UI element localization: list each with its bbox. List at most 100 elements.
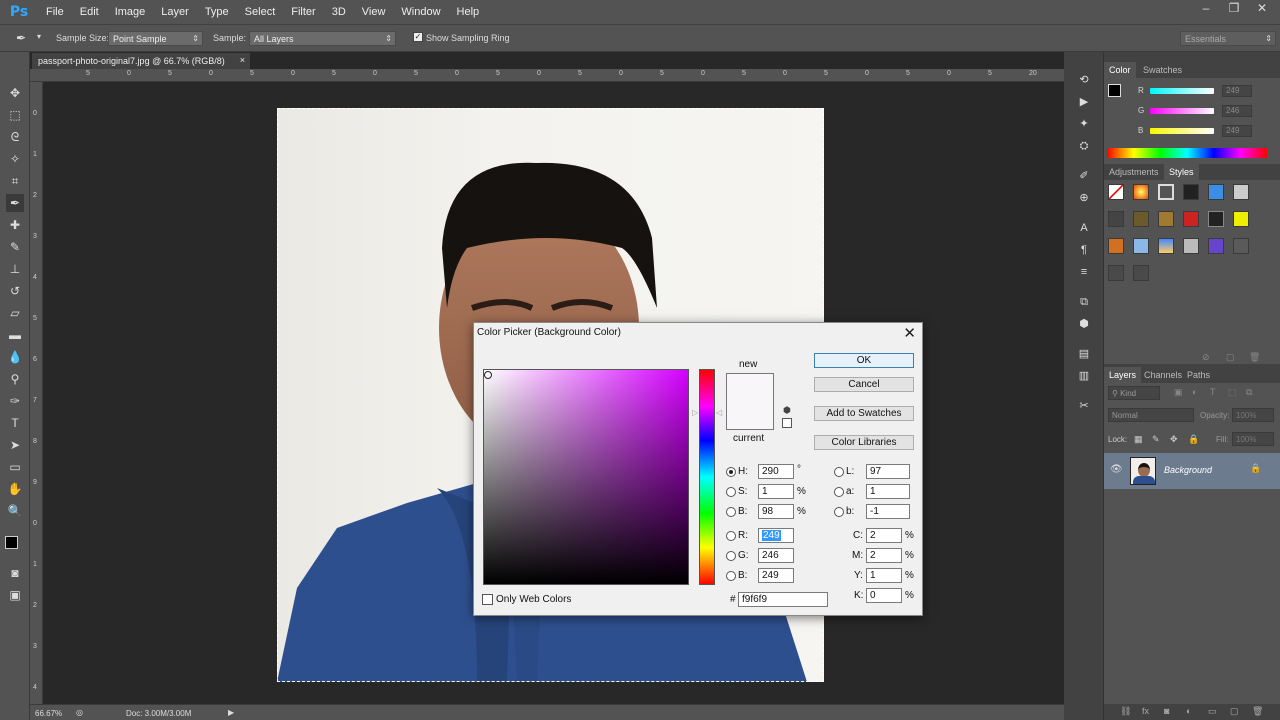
menu-image[interactable]: Image: [107, 0, 154, 24]
lock-position-icon[interactable]: ✥: [1170, 434, 1178, 445]
character-icon[interactable]: A: [1076, 220, 1092, 236]
k-input[interactable]: 0: [866, 588, 902, 603]
lock-transparent-icon[interactable]: ▦: [1134, 434, 1143, 445]
glyph-icon[interactable]: ≡: [1076, 264, 1092, 280]
r-radio[interactable]: [726, 531, 736, 541]
play-arrow-icon[interactable]: ▶: [228, 708, 234, 717]
web-safe-icon[interactable]: [782, 418, 792, 428]
document-tab[interactable]: passport-photo-original7.jpg @ 66.7% (RG…: [32, 53, 250, 69]
dialog-close-icon[interactable]: ✕: [903, 324, 916, 342]
quick-select-tool-icon[interactable]: ✧: [6, 150, 24, 168]
filter-type-icon[interactable]: T: [1210, 387, 1216, 397]
style-swatch[interactable]: [1108, 238, 1124, 254]
style-swatch[interactable]: [1158, 184, 1174, 200]
fx-icon[interactable]: fx: [1142, 706, 1149, 716]
menu-type[interactable]: Type: [197, 0, 237, 24]
tab-styles[interactable]: Styles: [1164, 164, 1199, 180]
menu-filter[interactable]: Filter: [283, 0, 323, 24]
b-slider[interactable]: [1150, 128, 1214, 134]
adjustment-layer-icon[interactable]: ◐: [1186, 706, 1191, 716]
style-swatch[interactable]: [1108, 184, 1124, 200]
zoom-level[interactable]: 66.67%: [35, 709, 62, 718]
minimize-icon[interactable]: –: [1192, 0, 1220, 18]
style-swatch[interactable]: [1183, 184, 1199, 200]
current-color-swatch[interactable]: [726, 401, 774, 430]
timeline-icon[interactable]: ▥: [1076, 368, 1092, 384]
lab-b-radio[interactable]: [834, 507, 844, 517]
color-spectrum-bar[interactable]: [1107, 148, 1267, 158]
tool-presets-icon[interactable]: ✂: [1076, 398, 1092, 414]
layer-row[interactable]: 👁 Background 🔒: [1104, 453, 1280, 489]
style-swatch[interactable]: [1183, 211, 1199, 227]
g-input[interactable]: 246: [758, 548, 794, 563]
foreground-color-swatch[interactable]: [5, 536, 18, 549]
maximize-icon[interactable]: ❐: [1220, 0, 1248, 18]
link-layers-icon[interactable]: ⛓: [1120, 706, 1131, 717]
history-brush-tool-icon[interactable]: ↺: [6, 282, 24, 300]
sample-select[interactable]: All Layers ⇕: [249, 31, 396, 46]
filter-smart-icon[interactable]: ⧉: [1246, 387, 1252, 398]
crop-tool-icon[interactable]: ⌗: [6, 172, 24, 190]
menu-help[interactable]: Help: [449, 0, 488, 24]
move-tool-icon[interactable]: ✥: [6, 84, 24, 102]
filter-shape-icon[interactable]: ⬚: [1228, 387, 1237, 398]
layer-comps-icon[interactable]: ⧉: [1076, 294, 1092, 310]
status-info-icon[interactable]: ◎: [76, 708, 83, 717]
delete-style-icon[interactable]: 🗑: [1249, 352, 1260, 363]
style-swatch[interactable]: [1133, 184, 1149, 200]
hand-tool-icon[interactable]: ✋: [6, 480, 24, 498]
new-style-icon[interactable]: ▢: [1226, 352, 1235, 363]
marquee-tool-icon[interactable]: ⬚: [6, 106, 24, 124]
eraser-tool-icon[interactable]: ▱: [6, 304, 24, 322]
quick-mask-icon[interactable]: ◙: [6, 564, 24, 582]
menu-window[interactable]: Window: [393, 0, 448, 24]
tab-color[interactable]: Color: [1104, 62, 1136, 78]
a-radio[interactable]: [834, 487, 844, 497]
gamut-warning-icon[interactable]: ⬢: [783, 405, 791, 416]
ok-button[interactable]: OK: [814, 353, 914, 368]
screen-mode-icon[interactable]: ▣: [6, 586, 24, 604]
dodge-tool-icon[interactable]: ⚲: [6, 370, 24, 388]
filter-adjust-icon[interactable]: ◐: [1192, 387, 1197, 397]
tab-close-icon[interactable]: ×: [240, 54, 245, 66]
g-slider[interactable]: [1150, 108, 1214, 114]
shape-tool-icon[interactable]: ▭: [6, 458, 24, 476]
blend-mode-select[interactable]: Normal: [1108, 408, 1194, 422]
menu-3d[interactable]: 3D: [324, 0, 354, 24]
l-input[interactable]: 97: [866, 464, 910, 479]
properties-icon[interactable]: ✦: [1076, 116, 1092, 132]
style-swatch[interactable]: [1233, 211, 1249, 227]
only-web-colors-checkbox[interactable]: [482, 594, 493, 605]
fill-input[interactable]: 100%: [1232, 432, 1274, 446]
actions-icon[interactable]: ▶: [1076, 94, 1092, 110]
color-panel-foreground[interactable]: [1108, 84, 1121, 97]
hex-input[interactable]: f9f6f9: [738, 592, 828, 607]
style-swatch[interactable]: [1133, 265, 1149, 281]
tab-paths[interactable]: Paths: [1182, 367, 1215, 383]
b-input[interactable]: 249: [758, 568, 794, 583]
brush-preset-icon[interactable]: ✐: [1076, 168, 1092, 184]
menu-file[interactable]: File: [38, 0, 72, 24]
layer-name[interactable]: Background: [1164, 465, 1212, 475]
style-swatch[interactable]: [1233, 238, 1249, 254]
cancel-button[interactable]: Cancel: [814, 377, 914, 392]
info-icon[interactable]: ⛭: [1076, 138, 1092, 154]
g-value[interactable]: 246: [1222, 105, 1252, 117]
g-radio[interactable]: [726, 551, 736, 561]
kind-filter-select[interactable]: ⚲ Kind: [1108, 386, 1160, 400]
path-select-tool-icon[interactable]: ➤: [6, 436, 24, 454]
menu-view[interactable]: View: [354, 0, 394, 24]
s-input[interactable]: 1: [758, 484, 794, 499]
sampling-ring-checkbox[interactable]: ✓: [413, 32, 423, 42]
eyedropper-icon[interactable]: ✒: [16, 31, 26, 45]
s-radio[interactable]: [726, 487, 736, 497]
workspace-select[interactable]: Essentials ⇕: [1180, 31, 1276, 46]
sample-size-select[interactable]: Point Sample ⇕: [108, 31, 203, 46]
l-radio[interactable]: [834, 467, 844, 477]
lock-all-icon[interactable]: 🔒: [1188, 434, 1199, 445]
menu-select[interactable]: Select: [237, 0, 284, 24]
b-radio[interactable]: [726, 571, 736, 581]
eyedropper-tool-icon[interactable]: ✒: [6, 194, 24, 212]
style-swatch[interactable]: [1108, 211, 1124, 227]
h-input[interactable]: 290: [758, 464, 794, 479]
